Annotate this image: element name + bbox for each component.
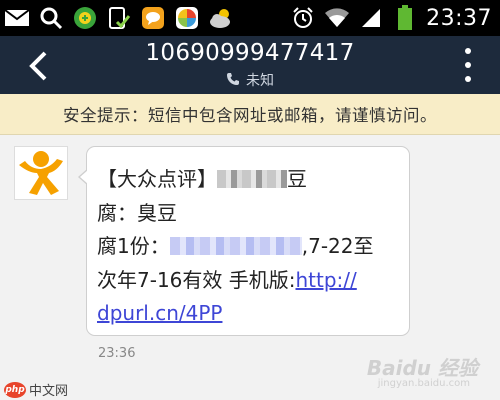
menu-dot-icon	[465, 48, 471, 54]
mail-icon	[4, 5, 30, 31]
security-warning-banner: 安全提示：短信中包含网址或邮箱，请谨慎访问。	[0, 94, 500, 135]
message-link[interactable]: dpurl.cn/4PP	[97, 301, 222, 325]
message-text: 次年7-16有效 手机版:	[97, 267, 296, 292]
redacted-text	[217, 169, 287, 188]
php-logo-icon: php	[4, 381, 26, 398]
security-warning-text: 安全提示：短信中包含网址或邮箱，请谨慎访问。	[63, 106, 437, 125]
wifi-icon	[324, 5, 350, 31]
chat-bubble-icon	[140, 5, 166, 31]
sd-check-icon	[106, 5, 132, 31]
contact-subtitle: 未知	[0, 70, 500, 90]
status-bar-system: 23:37	[290, 4, 492, 32]
baidu-watermark-url: jingyan.baidu.com	[377, 378, 470, 389]
message-timestamp: 23:36	[98, 346, 136, 361]
message-link[interactable]: http://	[296, 268, 357, 292]
status-bar: 23:37	[0, 0, 500, 36]
dianping-logo-icon	[19, 151, 63, 195]
colorful-app-icon	[174, 5, 200, 31]
alarm-icon	[290, 5, 316, 31]
php-watermark: php 中文网	[4, 380, 68, 399]
search-icon	[38, 5, 64, 31]
sender-avatar[interactable]	[14, 146, 68, 200]
message-line-1: 【大众点评】 豆	[97, 163, 399, 197]
message-text: 腐：臭豆	[97, 200, 177, 225]
php-watermark-text: 中文网	[29, 384, 69, 399]
message-text: 豆	[287, 167, 307, 191]
message-text: 【大众点评】	[97, 167, 217, 191]
message-line-3: 腐1份： ,7-22至	[97, 230, 399, 264]
message-text: 腐1份：	[97, 234, 170, 258]
contact-number: 10690999477417	[145, 40, 355, 66]
conversation-header: 10690999477417 未知	[0, 36, 500, 94]
phone-icon	[226, 72, 240, 90]
redacted-link[interactable]	[169, 236, 302, 255]
message-line-2: 腐：臭豆	[97, 197, 399, 231]
signal-icon	[358, 5, 384, 31]
menu-dot-icon	[465, 62, 471, 68]
battery-icon	[392, 5, 418, 31]
contact-status: 未知	[246, 73, 274, 89]
menu-dot-icon	[465, 76, 471, 82]
app-green-icon	[72, 5, 98, 31]
message-line-4: 次年7-16有效 手机版:http://	[97, 264, 399, 298]
overflow-menu-button[interactable]	[458, 48, 478, 82]
message-bubble[interactable]: 【大众点评】 豆 腐：臭豆 腐1份： ,7-22至 次年7-16有效 手机版:htt…	[78, 146, 410, 336]
status-time: 23:37	[426, 5, 492, 31]
weather-cloud-icon	[208, 5, 234, 31]
baidu-watermark: Baidu 经验	[366, 356, 478, 380]
message-text: ,7-22至	[301, 234, 374, 258]
status-bar-notifications	[4, 4, 234, 32]
message-line-5: dpurl.cn/4PP	[97, 297, 399, 331]
